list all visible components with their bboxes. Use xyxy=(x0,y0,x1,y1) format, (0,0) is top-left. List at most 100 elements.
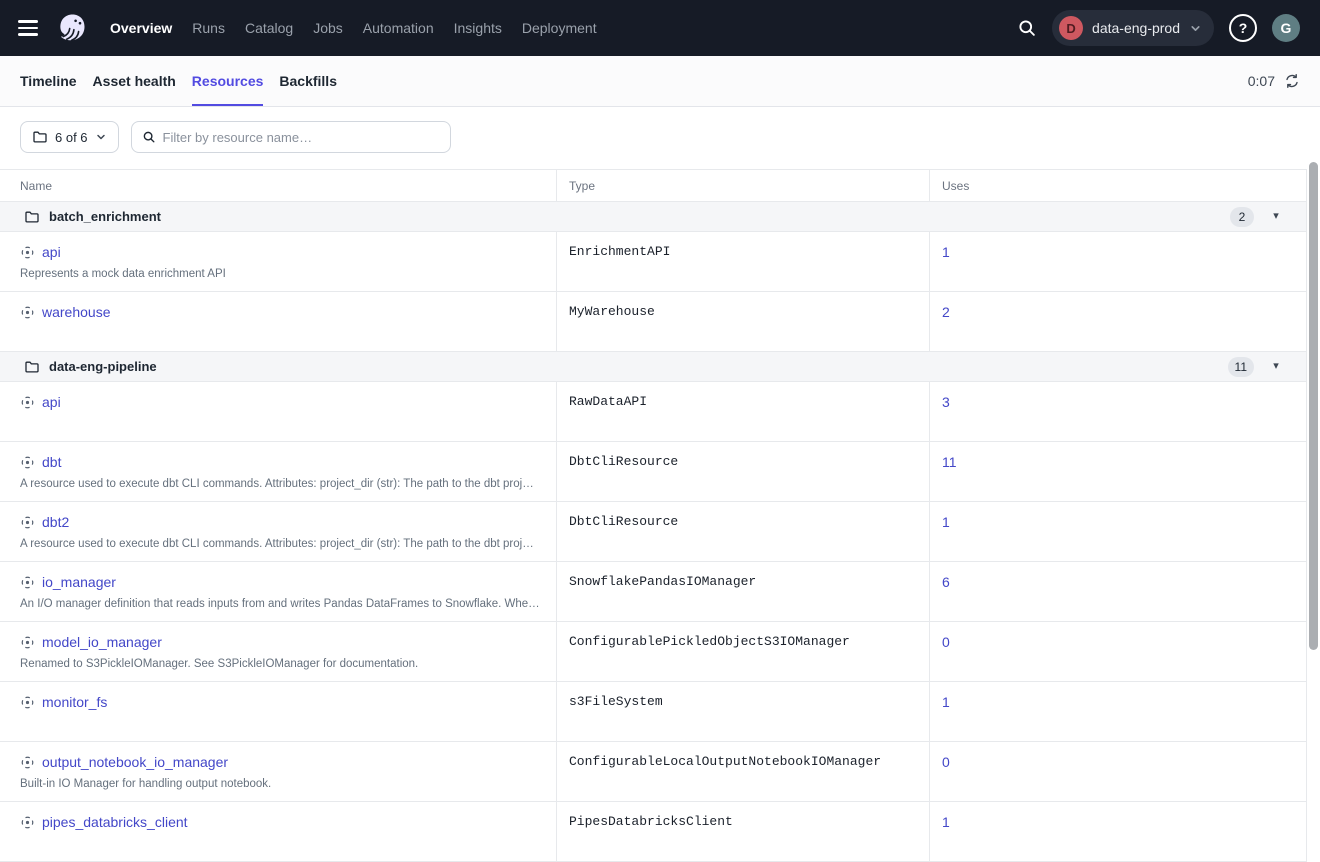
resource-search-box xyxy=(131,121,451,153)
resource-uses-link[interactable]: 1 xyxy=(942,694,950,710)
overview-tabbar: Timeline Asset health Resources Backfills 0… xyxy=(0,56,1320,107)
nav-item-deployment[interactable]: Deployment xyxy=(522,20,597,36)
folder-icon xyxy=(24,209,40,225)
scrollbar-thumb[interactable] xyxy=(1309,162,1318,650)
resource-description: Renamed to S3PickleIOManager. See S3Pick… xyxy=(20,658,542,670)
search-icon[interactable] xyxy=(1017,18,1037,38)
resource-icon xyxy=(20,755,35,770)
resource-type: ConfigurableLocalOutputNotebookIOManager xyxy=(557,742,930,801)
refresh-icon[interactable] xyxy=(1284,73,1300,89)
resource-count-filter-button[interactable]: 6 of 6 xyxy=(20,121,119,153)
hamburger-menu-icon[interactable] xyxy=(18,20,40,36)
filter-count-label: 6 of 6 xyxy=(55,130,88,145)
search-input[interactable] xyxy=(163,130,440,145)
top-nav: Overview Runs Catalog Jobs Automation Insight… xyxy=(0,0,1320,56)
resource-row: output_notebook_io_manager Built-in IO M… xyxy=(0,742,1306,802)
group-name: batch_enrichment xyxy=(49,209,161,224)
column-header-type: Type xyxy=(557,170,930,201)
folder-icon xyxy=(24,359,40,375)
resource-row: dbt2 A resource used to execute dbt CLI … xyxy=(0,502,1306,562)
resource-type: MyWarehouse xyxy=(557,292,930,351)
resource-description: A resource used to execute dbt CLI comma… xyxy=(20,538,542,550)
deployment-name: data-eng-prod xyxy=(1092,20,1180,36)
resource-type: DbtCliResource xyxy=(557,502,930,561)
tab-backfills[interactable]: Backfills xyxy=(279,56,337,106)
dagster-logo[interactable] xyxy=(54,10,90,46)
resource-name-link[interactable]: monitor_fs xyxy=(42,694,107,710)
nav-item-automation[interactable]: Automation xyxy=(363,20,434,36)
resource-name-link[interactable]: output_notebook_io_manager xyxy=(42,754,228,770)
column-header-name: Name xyxy=(0,170,557,201)
resource-name-link[interactable]: io_manager xyxy=(42,574,116,590)
folder-icon xyxy=(32,129,48,145)
tabs: Timeline Asset health Resources Backfills xyxy=(20,56,337,106)
resource-description: Represents a mock data enrichment API xyxy=(20,268,542,280)
resource-type: SnowflakePandasIOManager xyxy=(557,562,930,621)
resource-row: monitor_fs s3FileSystem 1 xyxy=(0,682,1306,742)
tab-asset-health[interactable]: Asset health xyxy=(93,56,176,106)
resource-row: dbt A resource used to execute dbt CLI c… xyxy=(0,442,1306,502)
resource-row: warehouse MyWarehouse 2 xyxy=(0,292,1306,352)
resource-icon xyxy=(20,695,35,710)
resources-table-body: batch_enrichment 2 ▾ api Represents a mo… xyxy=(0,202,1306,862)
resource-type: DbtCliResource xyxy=(557,442,930,501)
resource-row: model_io_manager Renamed to S3PickleIOMa… xyxy=(0,622,1306,682)
resource-icon xyxy=(20,395,35,410)
deployment-selector[interactable]: D data-eng-prod xyxy=(1052,10,1214,46)
octopus-logo-icon xyxy=(54,10,90,46)
resource-name-link[interactable]: warehouse xyxy=(42,304,111,320)
nav-item-runs[interactable]: Runs xyxy=(192,20,225,36)
resource-icon xyxy=(20,455,35,470)
refresh-timer: 0:07 xyxy=(1248,73,1275,89)
resource-type: ConfigurablePickledObjectS3IOManager xyxy=(557,622,930,681)
group-count-badge: 11 xyxy=(1228,357,1254,377)
resource-name-link[interactable]: dbt xyxy=(42,454,61,470)
resource-row: io_manager An I/O manager definition tha… xyxy=(0,562,1306,622)
nav-item-overview[interactable]: Overview xyxy=(110,20,172,36)
resource-row: pipes_databricks_client PipesDatabricksC… xyxy=(0,802,1306,862)
resource-icon xyxy=(20,575,35,590)
tab-timeline[interactable]: Timeline xyxy=(20,56,77,106)
tab-resources[interactable]: Resources xyxy=(192,56,264,106)
resource-icon xyxy=(20,635,35,650)
resource-type: s3FileSystem xyxy=(557,682,930,741)
resource-uses-link[interactable]: 11 xyxy=(942,454,957,470)
resource-name-link[interactable]: dbt2 xyxy=(42,514,69,530)
nav-item-jobs[interactable]: Jobs xyxy=(313,20,343,36)
resource-group-row[interactable]: data-eng-pipeline 11 ▾ xyxy=(0,352,1306,382)
resource-uses-link[interactable]: 0 xyxy=(942,634,950,650)
resource-uses-link[interactable]: 1 xyxy=(942,244,950,260)
resource-name-link[interactable]: api xyxy=(42,394,61,410)
resource-icon xyxy=(20,245,35,260)
help-icon[interactable]: ? xyxy=(1229,14,1257,42)
chevron-down-icon xyxy=(1189,22,1202,35)
user-avatar[interactable]: G xyxy=(1272,14,1300,42)
resource-type: RawDataAPI xyxy=(557,382,930,441)
nav-item-insights[interactable]: Insights xyxy=(454,20,502,36)
chevron-down-icon xyxy=(95,131,107,143)
caret-down-icon[interactable]: ▾ xyxy=(1270,361,1282,372)
resource-name-link[interactable]: pipes_databricks_client xyxy=(42,814,188,830)
resource-name-link[interactable]: model_io_manager xyxy=(42,634,162,650)
resource-uses-link[interactable]: 0 xyxy=(942,754,950,770)
nav-item-catalog[interactable]: Catalog xyxy=(245,20,293,36)
filter-bar: 6 of 6 xyxy=(0,107,1320,169)
scrollbar-track[interactable] xyxy=(1307,160,1320,857)
column-header-uses: Uses xyxy=(930,170,1306,201)
table-header: Name Type Uses xyxy=(0,170,1306,202)
resource-group-row[interactable]: batch_enrichment 2 ▾ xyxy=(0,202,1306,232)
resource-type: EnrichmentAPI xyxy=(557,232,930,291)
resource-uses-link[interactable]: 1 xyxy=(942,814,950,830)
resource-uses-link[interactable]: 3 xyxy=(942,394,950,410)
resource-name-link[interactable]: api xyxy=(42,244,61,260)
resource-description: Built-in IO Manager for handling output … xyxy=(20,778,542,790)
resource-icon xyxy=(20,515,35,530)
resource-uses-link[interactable]: 2 xyxy=(942,304,950,320)
caret-down-icon[interactable]: ▾ xyxy=(1270,211,1282,222)
resource-uses-link[interactable]: 6 xyxy=(942,574,950,590)
resource-uses-link[interactable]: 1 xyxy=(942,514,950,530)
resource-icon xyxy=(20,305,35,320)
resources-table: Name Type Uses batch_enrichment 2 ▾ api xyxy=(0,169,1307,862)
resource-icon xyxy=(20,815,35,830)
resource-description: A resource used to execute dbt CLI comma… xyxy=(20,478,542,490)
